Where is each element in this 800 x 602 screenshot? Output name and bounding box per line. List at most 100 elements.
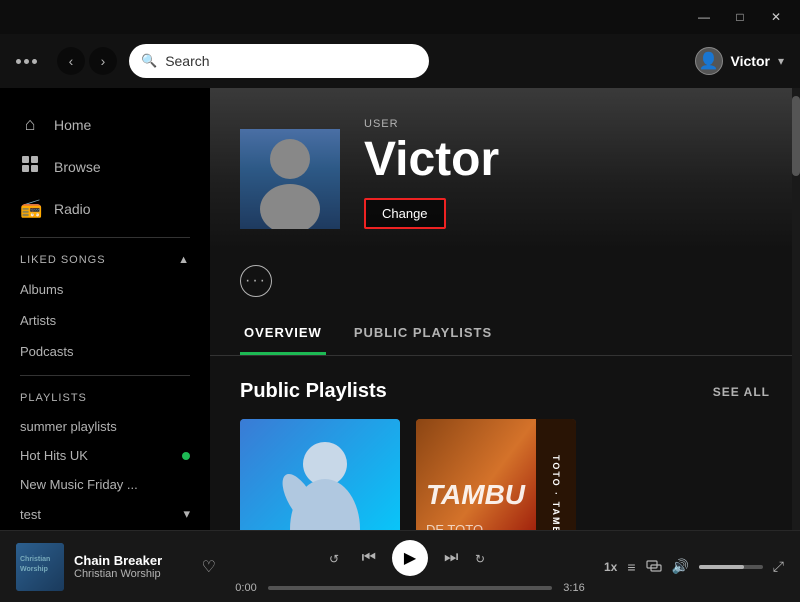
svg-text:DE TOTO: DE TOTO <box>426 522 483 530</box>
sidebar-item-artists[interactable]: Artists <box>0 305 210 336</box>
playlists-header: PLAYLISTS <box>0 384 210 412</box>
playlist-label-summer: summer playlists <box>20 419 117 434</box>
sidebar-divider-2 <box>20 375 190 376</box>
playlist-cover-2: TAMBU DE TOTO TOTO · TAMBU <box>416 419 576 530</box>
svg-text:TAMBU: TAMBU <box>426 479 526 510</box>
sidebar-item-label-browse: Browse <box>54 159 101 175</box>
title-bar-controls: — □ ✕ <box>688 5 792 29</box>
previous-button[interactable]: ⏮ <box>362 549 376 567</box>
more-options-button[interactable]: ··· <box>240 265 272 297</box>
time-total: 3:16 <box>560 582 588 594</box>
liked-songs-header: Liked Songs ▲ <box>0 246 210 274</box>
rewind-button[interactable]: ↺ <box>328 549 346 567</box>
content-area: ⌂ Home Browse 📻 <box>0 88 800 530</box>
profile-tabs: OVERVIEW PUBLIC PLAYLISTS <box>210 313 800 356</box>
profile-name: Victor <box>364 136 499 184</box>
sidebar-item-podcasts[interactable]: Podcasts <box>0 336 210 367</box>
next-button[interactable]: ⏭ <box>444 549 458 567</box>
player-bar: Christian Worship Chain Breaker Christia… <box>0 530 800 602</box>
chevron-down-small-icon: ▾ <box>183 506 190 522</box>
toto-tambu-overlay: TOTO · TAMBU <box>536 419 576 530</box>
volume-button[interactable]: 🔊 <box>672 558 689 575</box>
profile-info: USER Victor Change <box>364 118 499 229</box>
sidebar-playlist-newmusic[interactable]: New Music Friday ... <box>0 470 210 499</box>
title-bar: — □ ✕ <box>0 0 800 34</box>
profile-avatar <box>240 129 340 229</box>
dot-3 <box>32 59 37 64</box>
progress-bar[interactable] <box>268 586 552 590</box>
avatar-background <box>240 129 340 229</box>
sidebar-item-home[interactable]: ⌂ Home <box>0 104 210 145</box>
chevron-up-icon: ▲ <box>178 254 190 266</box>
sidebar-item-albums[interactable]: Albums <box>0 274 210 305</box>
see-all-button[interactable]: SEE ALL <box>713 385 770 399</box>
back-button[interactable]: ‹ <box>57 47 85 75</box>
maximize-button[interactable]: □ <box>724 5 756 29</box>
playlist-card-new-music-friday[interactable]: New Music FRIDAY <box>240 419 400 530</box>
section-header: Public Playlists SEE ALL <box>240 380 770 403</box>
chevron-down-icon: ▾ <box>778 54 784 68</box>
scrollbar-thumb[interactable] <box>792 96 800 176</box>
radio-icon: 📻 <box>20 198 40 219</box>
playlist-grid: New Music FRIDAY <box>240 419 770 530</box>
user-area[interactable]: 👤 Victor ▾ <box>695 47 784 75</box>
albums-label: Albums <box>20 282 63 297</box>
app-container: ‹ › 🔍 Search 👤 Victor ▾ ⌂ Home <box>0 34 800 602</box>
new-music-bg: New Music FRIDAY <box>240 419 400 530</box>
forward-button[interactable]: › <box>89 47 117 75</box>
svg-text:↺: ↺ <box>329 552 339 566</box>
playlist-label-hothits: Hot Hits UK <box>20 448 88 463</box>
progress-area: 0:00 3:16 <box>232 582 588 594</box>
tambu-bg: TAMBU DE TOTO TOTO · TAMBU <box>416 419 576 530</box>
sidebar-divider <box>20 237 190 238</box>
fast-forward-button[interactable]: ↻ <box>474 549 492 567</box>
player-controls: ↺ ⏮ ▶ ⏭ ↻ 0:00 3:16 <box>232 540 588 594</box>
main-content: USER Victor Change ··· OVERVIEW PUBLIC P… <box>210 88 800 530</box>
liked-songs-label: Liked Songs <box>20 254 106 266</box>
search-bar[interactable]: 🔍 Search <box>129 44 429 78</box>
sidebar-item-label-home: Home <box>54 117 91 133</box>
heart-button[interactable]: ♡ <box>202 557 216 577</box>
track-artist: Christian Worship <box>74 568 192 580</box>
sidebar-nav: ⌂ Home Browse 📻 <box>0 88 210 530</box>
user-type-label: USER <box>364 118 499 130</box>
svg-text:Worship: Worship <box>20 566 48 573</box>
avatar: 👤 <box>695 47 723 75</box>
player-track: Christian Worship Chain Breaker Christia… <box>16 543 216 591</box>
home-icon: ⌂ <box>20 114 40 135</box>
dots-menu[interactable] <box>16 59 37 64</box>
track-name: Chain Breaker <box>74 553 192 568</box>
svg-text:Christian: Christian <box>20 556 50 563</box>
search-icon: 🔍 <box>141 53 157 69</box>
search-input[interactable]: Search <box>165 53 417 69</box>
playlists-section-label: PLAYLISTS <box>20 392 87 404</box>
tab-overview[interactable]: OVERVIEW <box>240 313 326 355</box>
browse-icon <box>20 155 40 178</box>
change-button[interactable]: Change <box>364 198 446 229</box>
sidebar-item-browse[interactable]: Browse <box>0 145 210 188</box>
close-button[interactable]: ✕ <box>760 5 792 29</box>
public-playlists-title: Public Playlists <box>240 380 387 403</box>
queue-button[interactable]: ≡ <box>627 559 635 575</box>
sidebar-playlist-test[interactable]: test ▾ <box>0 499 210 529</box>
time-current: 0:00 <box>232 582 260 594</box>
playlist-cover-1: New Music FRIDAY <box>240 419 400 530</box>
svg-text:↻: ↻ <box>475 552 485 566</box>
play-button[interactable]: ▶ <box>392 540 428 576</box>
profile-actions: ··· <box>210 249 800 313</box>
nav-arrows: ‹ › <box>57 47 117 75</box>
sidebar: ⌂ Home Browse 📻 <box>0 88 210 530</box>
speed-label: 1x <box>604 560 617 574</box>
sidebar-item-radio[interactable]: 📻 Radio <box>0 188 210 229</box>
dot-1 <box>16 59 21 64</box>
sidebar-playlist-hothits[interactable]: Hot Hits UK <box>0 441 210 470</box>
tab-public-playlists[interactable]: PUBLIC PLAYLISTS <box>350 313 496 355</box>
volume-bar[interactable] <box>699 565 763 569</box>
sidebar-playlist-summer[interactable]: summer playlists <box>0 412 210 441</box>
devices-button[interactable] <box>646 557 662 576</box>
playlist-card-tambu[interactable]: TAMBU DE TOTO TOTO · TAMBU <box>416 419 576 530</box>
dot-2 <box>24 59 29 64</box>
minimize-button[interactable]: — <box>688 5 720 29</box>
scrollbar-track <box>792 88 800 530</box>
expand-button[interactable]: ⤢ <box>773 558 784 575</box>
